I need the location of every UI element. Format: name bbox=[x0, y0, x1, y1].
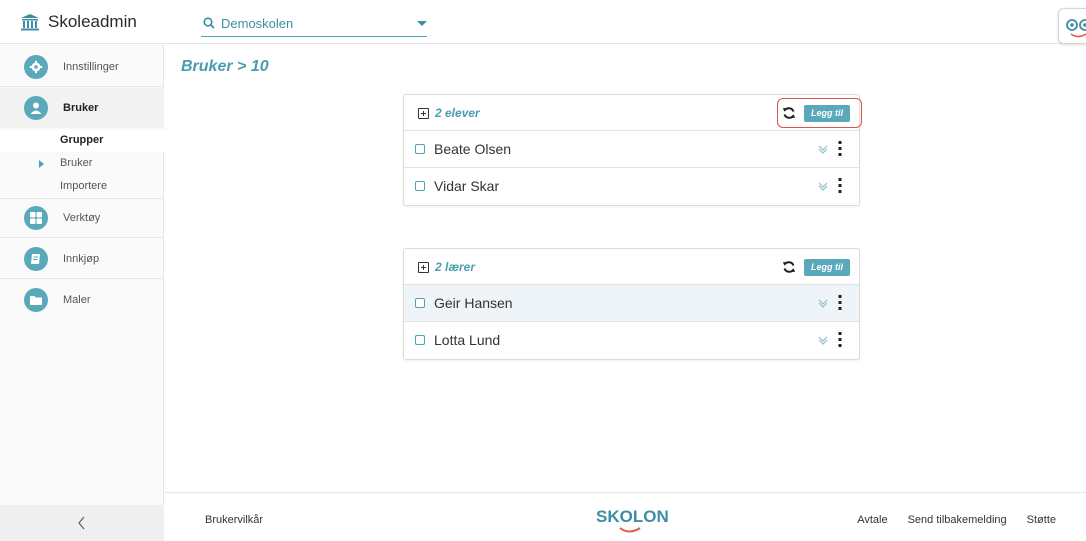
expand-plus-icon[interactable] bbox=[418, 108, 429, 119]
more-options-icon[interactable] bbox=[838, 178, 842, 194]
group-card-students: 2 elever Legg til Beate Olsen Vidar Skar bbox=[403, 94, 862, 206]
double-chevron-down-icon[interactable] bbox=[817, 297, 829, 309]
add-member-button[interactable]: Legg til bbox=[804, 259, 850, 276]
more-options-icon[interactable] bbox=[838, 141, 842, 157]
sidebar-item-label: Innkjøp bbox=[63, 252, 100, 265]
brand[interactable]: Skoleadmin bbox=[20, 12, 137, 32]
sidebar-item-templates[interactable]: Maler bbox=[0, 280, 164, 320]
member-name: Beate Olsen bbox=[434, 141, 512, 157]
more-options-icon[interactable] bbox=[838, 295, 842, 311]
sidebar-item-user[interactable]: Bruker bbox=[0, 88, 164, 128]
agreement-link[interactable]: Avtale bbox=[857, 514, 887, 526]
sidebar-collapse-button[interactable] bbox=[0, 505, 164, 541]
chevron-left-icon bbox=[78, 516, 85, 530]
school-select[interactable]: Demoskolen bbox=[201, 10, 427, 37]
page-title: Bruker > 10 bbox=[181, 58, 269, 75]
double-chevron-down-icon[interactable] bbox=[817, 143, 829, 155]
group-title: 2 lærer bbox=[435, 260, 476, 274]
gear-icon bbox=[24, 54, 48, 79]
member-checkbox[interactable] bbox=[415, 144, 425, 154]
double-chevron-down-icon[interactable] bbox=[817, 180, 829, 192]
footer-links: Avtale Send tilbakemelding Støtte bbox=[857, 514, 1056, 526]
book-icon bbox=[24, 246, 48, 271]
sidebar-subitem-groups[interactable]: Grupper bbox=[0, 129, 164, 152]
user-avatar-button[interactable] bbox=[1058, 8, 1086, 44]
group-card-teachers: 2 lærer Legg til Geir Hansen Lotta Lund bbox=[403, 248, 860, 360]
sidebar-item-label: Bruker bbox=[63, 102, 99, 114]
sidebar-subitem-label: Importere bbox=[60, 180, 108, 192]
school-building-icon bbox=[21, 14, 39, 31]
app-root: Skoleadmin Demoskolen Innstillinger Bruk… bbox=[0, 0, 1086, 541]
sidebar-item-tools[interactable]: Verktøy bbox=[0, 198, 164, 238]
member-checkbox[interactable] bbox=[415, 298, 425, 308]
more-options-icon[interactable] bbox=[838, 332, 842, 348]
group-card-header: 2 elever Legg til bbox=[404, 95, 862, 131]
member-name: Geir Hansen bbox=[434, 295, 513, 311]
sidebar-subitem-label: Grupper bbox=[60, 134, 104, 146]
app-title: Skoleadmin bbox=[48, 12, 137, 31]
support-link[interactable]: Støtte bbox=[1027, 514, 1056, 526]
folder-icon bbox=[24, 288, 48, 312]
svg-text:SKOLON: SKOLON bbox=[596, 507, 669, 526]
member-row[interactable]: Geir Hansen bbox=[404, 285, 859, 322]
member-checkbox[interactable] bbox=[415, 181, 425, 191]
sidebar-item-label: Maler bbox=[63, 294, 91, 306]
skolon-face-icon bbox=[1066, 19, 1086, 38]
sidebar-subitem-label: Bruker bbox=[60, 157, 93, 169]
sidebar-subitem-user[interactable]: Bruker bbox=[0, 152, 164, 175]
footer: Brukervilkår SKOLON Avtale Send tilbakem… bbox=[165, 492, 1086, 541]
search-icon bbox=[203, 17, 215, 29]
sidebar: Innstillinger Bruker Grupper Bruker Impo… bbox=[0, 45, 164, 541]
highlight-box bbox=[777, 98, 862, 128]
member-row[interactable]: Vidar Skar bbox=[404, 168, 859, 205]
user-icon bbox=[24, 96, 48, 120]
chevron-down-icon bbox=[417, 21, 427, 26]
sidebar-item-settings[interactable]: Innstillinger bbox=[0, 47, 164, 87]
sidebar-item-label: Verktøy bbox=[63, 212, 101, 224]
school-select-value: Demoskolen bbox=[221, 15, 294, 31]
skolon-logo: SKOLON bbox=[596, 507, 669, 533]
send-feedback-link[interactable]: Send tilbakemelding bbox=[908, 514, 1007, 526]
member-name: Lotta Lund bbox=[434, 332, 501, 348]
sidebar-item-label: Innstillinger bbox=[63, 60, 119, 73]
sidebar-item-purchases[interactable]: Innkjøp bbox=[0, 239, 164, 279]
terms-link[interactable]: Brukervilkår bbox=[205, 514, 263, 526]
group-title: 2 elever bbox=[435, 106, 480, 120]
top-bar: Skoleadmin Demoskolen bbox=[0, 0, 1086, 44]
caret-right-icon bbox=[39, 160, 44, 168]
member-row[interactable]: Beate Olsen bbox=[404, 131, 859, 168]
member-row[interactable]: Lotta Lund bbox=[404, 322, 859, 359]
member-name: Vidar Skar bbox=[434, 178, 500, 194]
refresh-icon[interactable] bbox=[782, 260, 796, 274]
member-checkbox[interactable] bbox=[415, 335, 425, 345]
expand-plus-icon[interactable] bbox=[418, 262, 429, 273]
group-card-header: 2 lærer Legg til bbox=[404, 249, 859, 285]
double-chevron-down-icon[interactable] bbox=[817, 334, 829, 346]
grid-icon bbox=[24, 206, 48, 230]
sidebar-subitem-import[interactable]: Importere bbox=[0, 175, 164, 198]
